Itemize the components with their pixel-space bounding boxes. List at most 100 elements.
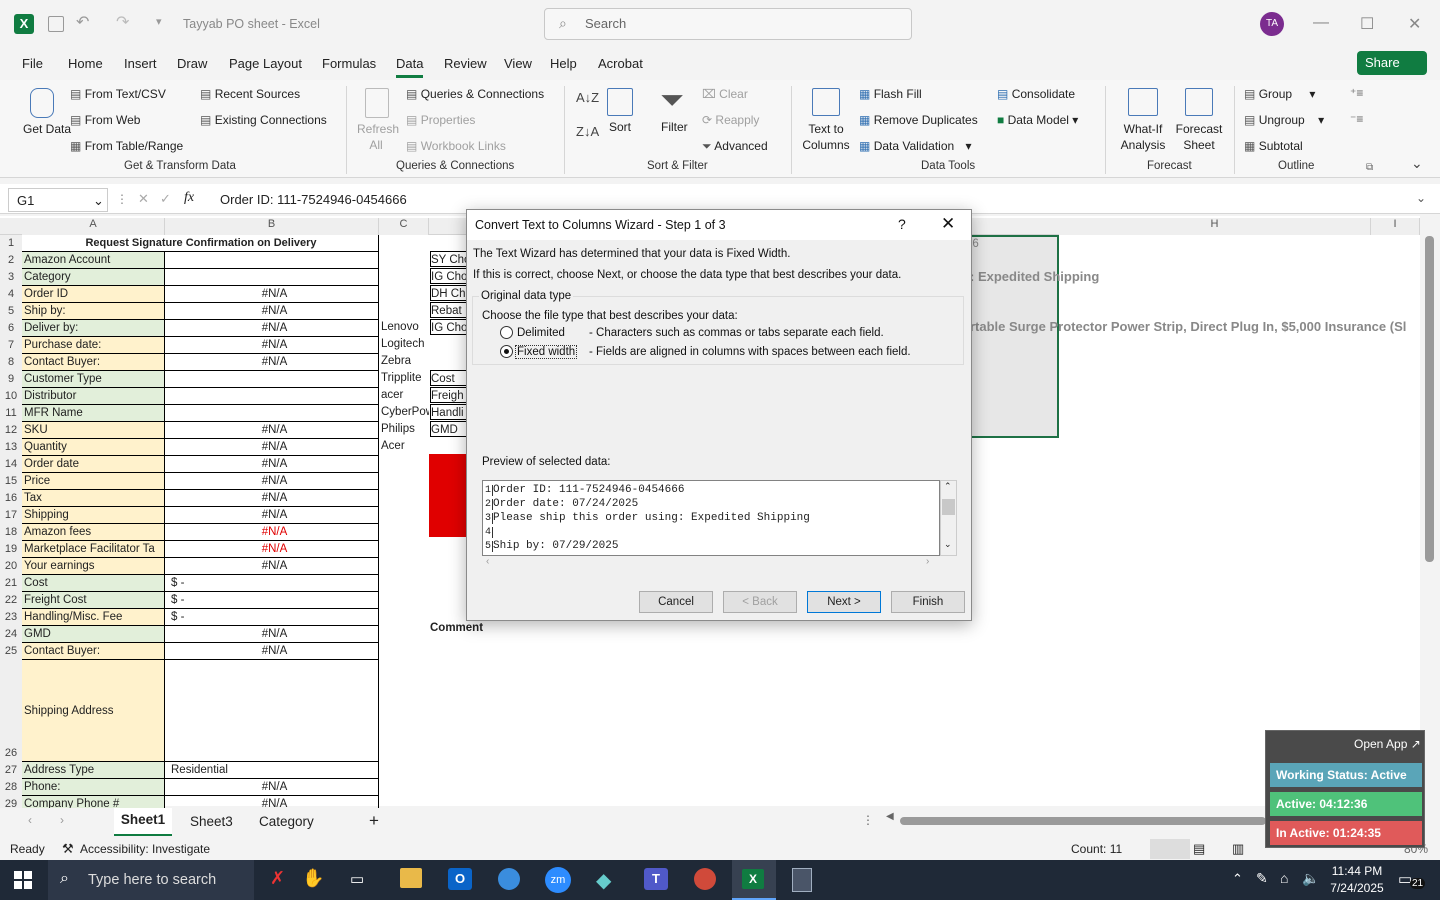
row-header[interactable]: 24 bbox=[0, 626, 22, 643]
cell-g6[interactable]: rtable Surge Protector Power Strip, Dire… bbox=[970, 319, 1420, 335]
sort-button[interactable]: Sort bbox=[609, 120, 631, 134]
tab-draw[interactable]: Draw bbox=[177, 56, 207, 71]
consolidate-button[interactable]: ▤ Consolidate bbox=[997, 87, 1075, 101]
cell-a[interactable]: Deliver by: bbox=[22, 320, 165, 337]
cell-a[interactable]: Contact Buyer: bbox=[22, 643, 165, 660]
cell-a[interactable]: Phone: bbox=[22, 779, 165, 796]
cell-a[interactable]: Price bbox=[22, 473, 165, 490]
existing-connections-button[interactable]: ▤ Existing Connections bbox=[200, 113, 327, 127]
advanced-filter-button[interactable]: ⏷ Advanced bbox=[702, 139, 768, 154]
cell-b[interactable]: #N/A bbox=[165, 779, 379, 796]
row-header[interactable]: 19 bbox=[0, 541, 22, 558]
row-header[interactable]: 28 bbox=[0, 779, 22, 796]
maximize-icon[interactable]: ☐ bbox=[1360, 14, 1374, 34]
cell-a[interactable]: Order ID bbox=[22, 286, 165, 303]
prev-sheet-icon[interactable]: ‹ bbox=[28, 813, 32, 827]
clock-date[interactable]: 7/24/2025 bbox=[1327, 881, 1387, 895]
sheet-tab-category[interactable]: Category bbox=[259, 814, 314, 829]
delimited-radio[interactable] bbox=[500, 326, 513, 339]
row-header[interactable]: 10 bbox=[0, 388, 22, 405]
accessibility-status[interactable]: Accessibility: Investigate bbox=[80, 842, 210, 856]
row-header[interactable]: 25 bbox=[0, 643, 22, 660]
cell-d[interactable]: SY Cho bbox=[430, 251, 468, 267]
cell-b[interactable]: #N/A bbox=[165, 507, 379, 524]
row-header[interactable]: 26 bbox=[0, 660, 22, 762]
fixed-width-label[interactable]: Fixed width bbox=[515, 345, 578, 359]
scroll-thumb[interactable] bbox=[1425, 236, 1434, 562]
cell-d[interactable]: Rebat bbox=[430, 302, 468, 318]
row-header[interactable]: 27 bbox=[0, 762, 22, 779]
row-header[interactable]: 15 bbox=[0, 473, 22, 490]
cell-b[interactable]: #N/A bbox=[165, 541, 379, 558]
chevron-up-icon[interactable]: ⌃ bbox=[1232, 871, 1243, 887]
scroll-down-icon[interactable]: ⌄ bbox=[944, 539, 952, 550]
tab-review[interactable]: Review bbox=[444, 56, 487, 71]
row-header[interactable]: 23 bbox=[0, 609, 22, 626]
tab-acrobat[interactable]: Acrobat bbox=[598, 56, 643, 71]
cell-a[interactable]: Marketplace Facilitator Ta bbox=[22, 541, 165, 558]
preview-box[interactable]: 1 Order ID: 111-7524946-0454666 2 Order dat… bbox=[482, 480, 940, 556]
cell-b[interactable] bbox=[165, 371, 379, 388]
row-header[interactable]: 17 bbox=[0, 507, 22, 524]
cell-a[interactable]: GMD bbox=[22, 626, 165, 643]
cancel-button[interactable]: Cancel bbox=[639, 591, 713, 613]
tab-view[interactable]: View bbox=[504, 56, 532, 71]
cell-a[interactable]: Freight Cost bbox=[22, 592, 165, 609]
tab-insert[interactable]: Insert bbox=[124, 56, 157, 71]
tab-help[interactable]: Help bbox=[550, 56, 577, 71]
chrome-icon[interactable] bbox=[498, 868, 520, 890]
flash-fill-button[interactable]: ▦ Flash Fill bbox=[859, 87, 922, 101]
sort-za-icon[interactable]: Z↓A bbox=[576, 124, 599, 139]
preview-vscroll[interactable]: ⌃ ⌄ bbox=[940, 480, 957, 556]
row-header[interactable]: 22 bbox=[0, 592, 22, 609]
open-app-button[interactable]: Open App ↗ bbox=[1354, 737, 1421, 751]
chrome-profile-icon[interactable] bbox=[694, 868, 716, 890]
close-icon[interactable]: ✕ bbox=[941, 214, 955, 234]
row-header[interactable]: 21 bbox=[0, 575, 22, 592]
cell-a[interactable]: Handling/Misc. Fee bbox=[22, 609, 165, 626]
cell-c[interactable]: Zebra bbox=[381, 353, 429, 369]
preview-scroll-thumb[interactable] bbox=[942, 499, 955, 515]
horizontal-scrollbar[interactable]: ◀ bbox=[886, 811, 1266, 828]
app-icon-diamond[interactable]: ◆ bbox=[596, 868, 611, 893]
delimited-label[interactable]: Delimited bbox=[517, 327, 565, 339]
app-icon-tools[interactable]: ✗ bbox=[270, 868, 285, 889]
cell-a[interactable]: Cost bbox=[22, 575, 165, 592]
cell-b[interactable] bbox=[165, 660, 379, 762]
properties-button[interactable]: ▤ Properties bbox=[406, 113, 475, 127]
row-header[interactable]: 3 bbox=[0, 269, 22, 286]
cell-d[interactable]: Freigh bbox=[430, 387, 468, 403]
tab-home[interactable]: Home bbox=[68, 56, 103, 71]
cell-a[interactable]: Quantity bbox=[22, 439, 165, 456]
tab-data[interactable]: Data bbox=[396, 56, 424, 78]
from-table-button[interactable]: ▦ From Table/Range bbox=[70, 139, 183, 153]
scroll-left-icon[interactable]: ‹ bbox=[486, 556, 489, 567]
from-web-button[interactable]: ▤ From Web bbox=[70, 113, 140, 127]
cell-d[interactable]: IG Cho bbox=[430, 319, 468, 335]
row-header[interactable]: 12 bbox=[0, 422, 22, 439]
preview-hscroll[interactable]: ‹ › bbox=[482, 556, 940, 571]
recent-sources-button[interactable]: ▤ Recent Sources bbox=[200, 87, 300, 101]
cell-b[interactable] bbox=[165, 252, 379, 269]
text-to-columns-button[interactable]: Text to Columns bbox=[801, 121, 851, 153]
cell-a[interactable]: Request Signature Confirmation on Delive… bbox=[22, 235, 379, 252]
workbook-links-button[interactable]: ▤ Workbook Links bbox=[406, 139, 506, 153]
cell-b[interactable]: #N/A bbox=[165, 456, 379, 473]
cell-c[interactable]: Acer bbox=[381, 438, 429, 454]
cell-a[interactable]: Shipping Address bbox=[22, 660, 165, 762]
clear-filter-button[interactable]: ⌧ Clear bbox=[702, 87, 748, 101]
cell-b[interactable]: Residential bbox=[165, 762, 379, 779]
row-header[interactable]: 6 bbox=[0, 320, 22, 337]
column-header-c[interactable]: C bbox=[379, 218, 429, 235]
teams-icon[interactable]: T bbox=[644, 868, 668, 890]
row-header[interactable]: 16 bbox=[0, 490, 22, 507]
close-window-icon[interactable]: ✕ bbox=[1408, 14, 1421, 34]
cell-b[interactable]: #N/A bbox=[165, 303, 379, 320]
expand-formula-icon[interactable]: ⌄ bbox=[1416, 191, 1426, 205]
sheet-tab-sheet3[interactable]: Sheet3 bbox=[190, 814, 233, 829]
file-explorer-icon[interactable] bbox=[400, 868, 422, 888]
row-header[interactable]: 18 bbox=[0, 524, 22, 541]
share-button[interactable]: Share bbox=[1357, 51, 1427, 75]
normal-view-icon[interactable] bbox=[1150, 839, 1190, 859]
cell-a[interactable]: Order date bbox=[22, 456, 165, 473]
